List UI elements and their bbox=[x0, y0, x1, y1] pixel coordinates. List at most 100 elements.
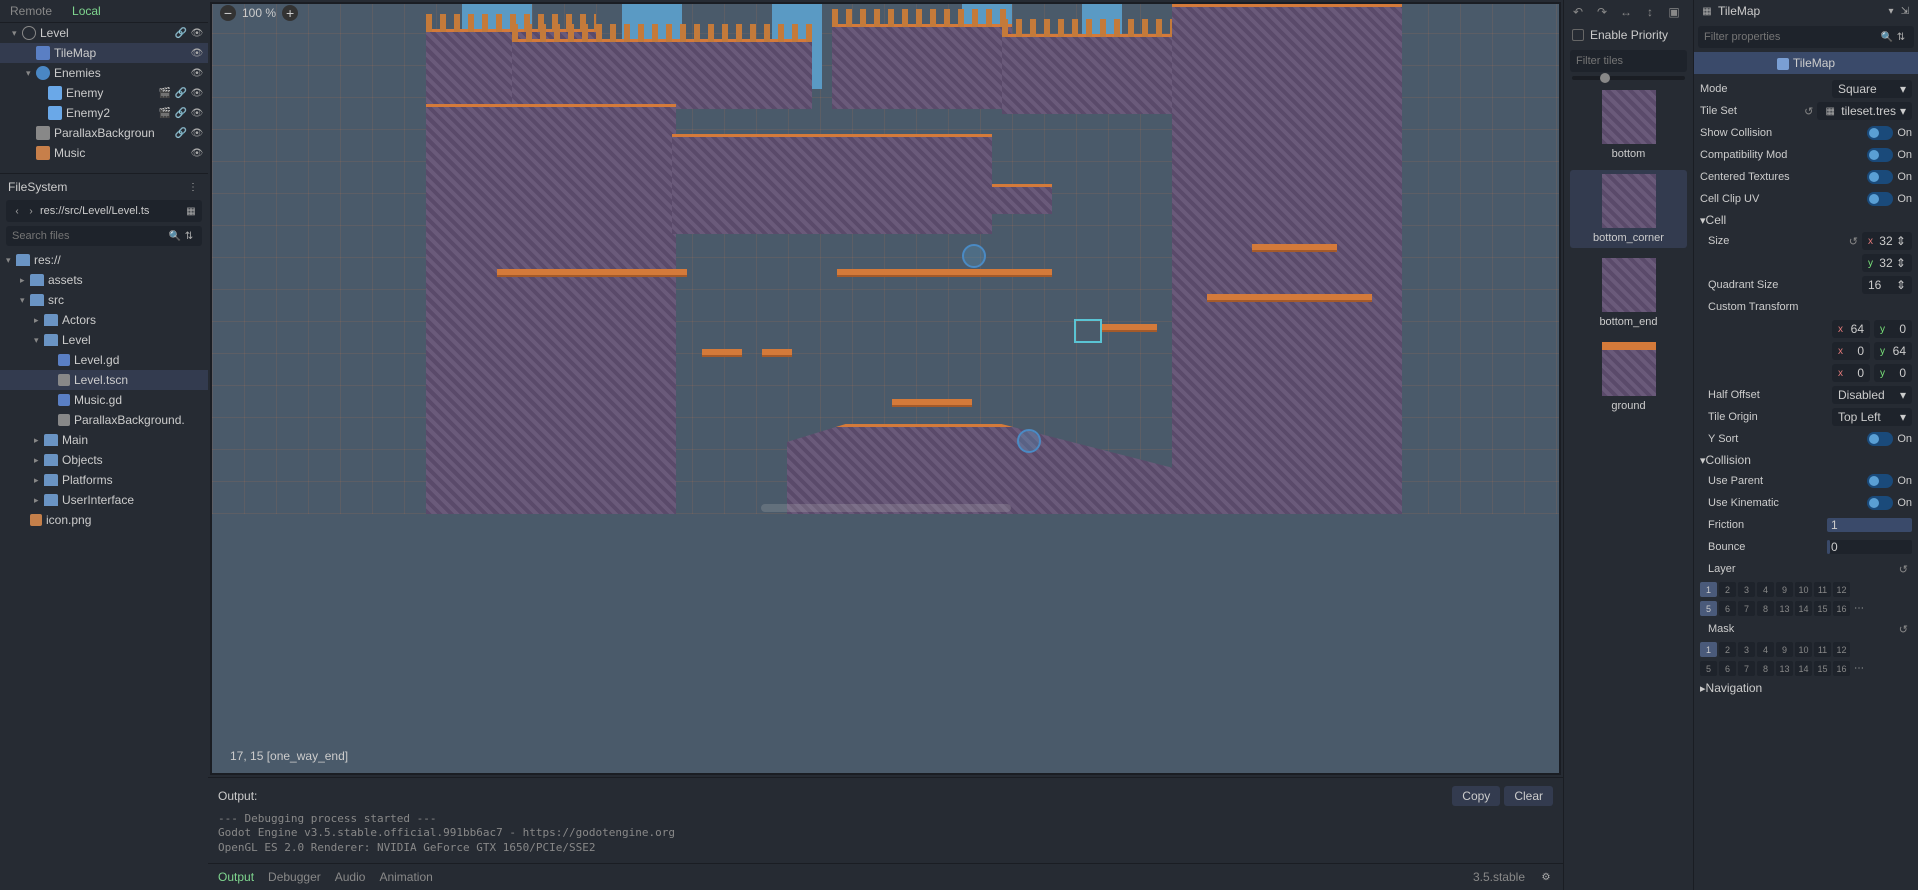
layer-bit-4[interactable]: 4 bbox=[1757, 582, 1774, 597]
h-scrollbar[interactable] bbox=[761, 504, 1011, 512]
path-input[interactable] bbox=[40, 205, 182, 217]
tileorigin-dropdown[interactable]: Top Left▾ bbox=[1832, 408, 1912, 426]
filter-props-input[interactable] bbox=[1704, 30, 1880, 44]
size-x-input[interactable]: x32⇕ bbox=[1862, 232, 1912, 250]
layer-bit-1[interactable]: 1 bbox=[1700, 642, 1717, 657]
layer-bit-15[interactable]: 15 bbox=[1814, 601, 1831, 616]
chevron-down-icon[interactable]: ▾ bbox=[1884, 4, 1898, 18]
tile-bottom_corner[interactable]: bottom_corner bbox=[1570, 170, 1687, 248]
layer-bit-8[interactable]: 8 bbox=[1757, 661, 1774, 676]
tile-selection[interactable] bbox=[1074, 319, 1102, 343]
usekinematic-switch[interactable] bbox=[1867, 496, 1893, 510]
link-icon[interactable]: 🔗 bbox=[174, 26, 188, 40]
reset-icon[interactable]: ↺ bbox=[1804, 105, 1813, 118]
zoom-value[interactable]: 100 % bbox=[242, 6, 276, 20]
layer-bit-6[interactable]: 6 bbox=[1719, 661, 1736, 676]
bottom-tab-debugger[interactable]: Debugger bbox=[268, 870, 321, 884]
layer-bit-16[interactable]: 16 bbox=[1833, 601, 1850, 616]
quadrant-input[interactable]: 16⇕ bbox=[1862, 276, 1912, 294]
copy-button[interactable]: Copy bbox=[1452, 786, 1500, 806]
layer-bit-14[interactable]: 14 bbox=[1795, 601, 1812, 616]
fs-item[interactable]: ▸Main bbox=[0, 430, 208, 450]
layer-bit-12[interactable]: 12 bbox=[1833, 582, 1850, 597]
layer-bit-4[interactable]: 4 bbox=[1757, 642, 1774, 657]
rotate-left-icon[interactable]: ↶ bbox=[1570, 4, 1586, 20]
layer-bit-13[interactable]: 13 bbox=[1776, 601, 1793, 616]
view-icon[interactable]: ▦ bbox=[186, 204, 196, 218]
link-icon[interactable]: 🔗 bbox=[174, 106, 188, 120]
zoom-in-button[interactable]: + bbox=[282, 5, 298, 21]
fs-item[interactable]: ▸Platforms bbox=[0, 470, 208, 490]
menu-icon[interactable]: ⋮ bbox=[186, 180, 200, 194]
scene-node-level[interactable]: ▾Level🔗👁 bbox=[0, 23, 208, 43]
fs-item[interactable]: ▾src bbox=[0, 290, 208, 310]
layer-bit-13[interactable]: 13 bbox=[1776, 661, 1793, 676]
layer-bit-6[interactable]: 6 bbox=[1719, 601, 1736, 616]
ct-x1-input[interactable]: x64 bbox=[1832, 320, 1870, 338]
layer-bit-7[interactable]: 7 bbox=[1738, 601, 1755, 616]
layer-more-icon[interactable]: ⋯ bbox=[1852, 661, 1866, 675]
layer-bit-10[interactable]: 10 bbox=[1795, 582, 1812, 597]
layer-bit-7[interactable]: 7 bbox=[1738, 661, 1755, 676]
back-icon[interactable]: ‹ bbox=[12, 204, 22, 218]
fs-item[interactable]: ▸UserInterface bbox=[0, 490, 208, 510]
tab-local[interactable]: Local bbox=[72, 4, 101, 18]
layer-bit-15[interactable]: 15 bbox=[1814, 661, 1831, 676]
reset-icon[interactable]: ↺ bbox=[1899, 623, 1908, 636]
reset-icon[interactable]: ↺ bbox=[1849, 235, 1858, 248]
enemy-sprite[interactable] bbox=[962, 244, 986, 268]
scene-node-music[interactable]: Music👁 bbox=[0, 143, 208, 163]
clear-button[interactable]: Clear bbox=[1504, 786, 1553, 806]
sort-icon[interactable]: ⇅ bbox=[182, 229, 196, 243]
mode-dropdown[interactable]: Square▾ bbox=[1832, 80, 1912, 98]
bottom-tab-output[interactable]: Output bbox=[218, 870, 254, 884]
tile-zoom-slider[interactable] bbox=[1572, 76, 1685, 80]
halfoffset-dropdown[interactable]: Disabled▾ bbox=[1832, 386, 1912, 404]
fs-item[interactable]: Level.tscn bbox=[0, 370, 208, 390]
layer-bit-2[interactable]: 2 bbox=[1719, 582, 1736, 597]
scene-node-enemy[interactable]: Enemy🎬🔗👁 bbox=[0, 83, 208, 103]
layer-bit-16[interactable]: 16 bbox=[1833, 661, 1850, 676]
eye-icon[interactable]: 👁 bbox=[190, 26, 204, 40]
bounce-slider[interactable]: 0 bbox=[1827, 540, 1912, 554]
scene-node-parallaxbackgroun[interactable]: ParallaxBackgroun🔗👁 bbox=[0, 123, 208, 143]
fs-item[interactable]: ▾res:// bbox=[0, 250, 208, 270]
settings-icon[interactable]: ⚙ bbox=[1539, 870, 1553, 884]
link-icon[interactable]: 🔗 bbox=[174, 126, 188, 140]
layer-bit-3[interactable]: 3 bbox=[1738, 642, 1755, 657]
scene-node-tilemap[interactable]: TileMap👁 bbox=[0, 43, 208, 63]
reset-icon[interactable]: ↺ bbox=[1899, 563, 1908, 576]
flip-h-icon[interactable]: ↔ bbox=[1618, 4, 1634, 20]
bottom-tab-audio[interactable]: Audio bbox=[335, 870, 366, 884]
layer-bit-11[interactable]: 11 bbox=[1814, 642, 1831, 657]
layer-bit-14[interactable]: 14 bbox=[1795, 661, 1812, 676]
tile-bottom[interactable]: bottom bbox=[1570, 86, 1687, 164]
flip-v-icon[interactable]: ↕ bbox=[1642, 4, 1658, 20]
layer-bit-12[interactable]: 12 bbox=[1833, 642, 1850, 657]
link-icon[interactable]: 🔗 bbox=[174, 86, 188, 100]
rotate-right-icon[interactable]: ↷ bbox=[1594, 4, 1610, 20]
tile-ground[interactable]: ground bbox=[1570, 338, 1687, 416]
tileset-dropdown[interactable]: ▦tileset.tres▾ bbox=[1817, 102, 1912, 120]
film-icon[interactable]: 🎬 bbox=[158, 86, 172, 100]
enemy-sprite[interactable] bbox=[1017, 429, 1041, 453]
fs-item[interactable]: ▸assets bbox=[0, 270, 208, 290]
eye-icon[interactable]: 👁 bbox=[190, 106, 204, 120]
zoom-out-button[interactable]: − bbox=[220, 5, 236, 21]
scene-node-enemies[interactable]: ▾Enemies👁 bbox=[0, 63, 208, 83]
friction-slider[interactable]: 1 bbox=[1827, 518, 1912, 532]
size-y-input[interactable]: y32⇕ bbox=[1862, 254, 1912, 272]
fwd-icon[interactable]: › bbox=[26, 204, 36, 218]
layer-bit-10[interactable]: 10 bbox=[1795, 642, 1812, 657]
layer-more-icon[interactable]: ⋯ bbox=[1852, 601, 1866, 615]
ct-y2-input[interactable]: y64 bbox=[1874, 342, 1912, 360]
ct-x3-input[interactable]: x0 bbox=[1832, 364, 1870, 382]
ct-y1-input[interactable]: y0 bbox=[1874, 320, 1912, 338]
layer-bit-2[interactable]: 2 bbox=[1719, 642, 1736, 657]
clear-transform-icon[interactable]: ▣ bbox=[1666, 4, 1682, 20]
priority-checkbox[interactable] bbox=[1572, 29, 1584, 41]
expand-icon[interactable]: ⇲ bbox=[1898, 4, 1912, 18]
eye-icon[interactable]: 👁 bbox=[190, 86, 204, 100]
layer-bit-1[interactable]: 1 bbox=[1700, 582, 1717, 597]
tile-bottom_end[interactable]: bottom_end bbox=[1570, 254, 1687, 332]
